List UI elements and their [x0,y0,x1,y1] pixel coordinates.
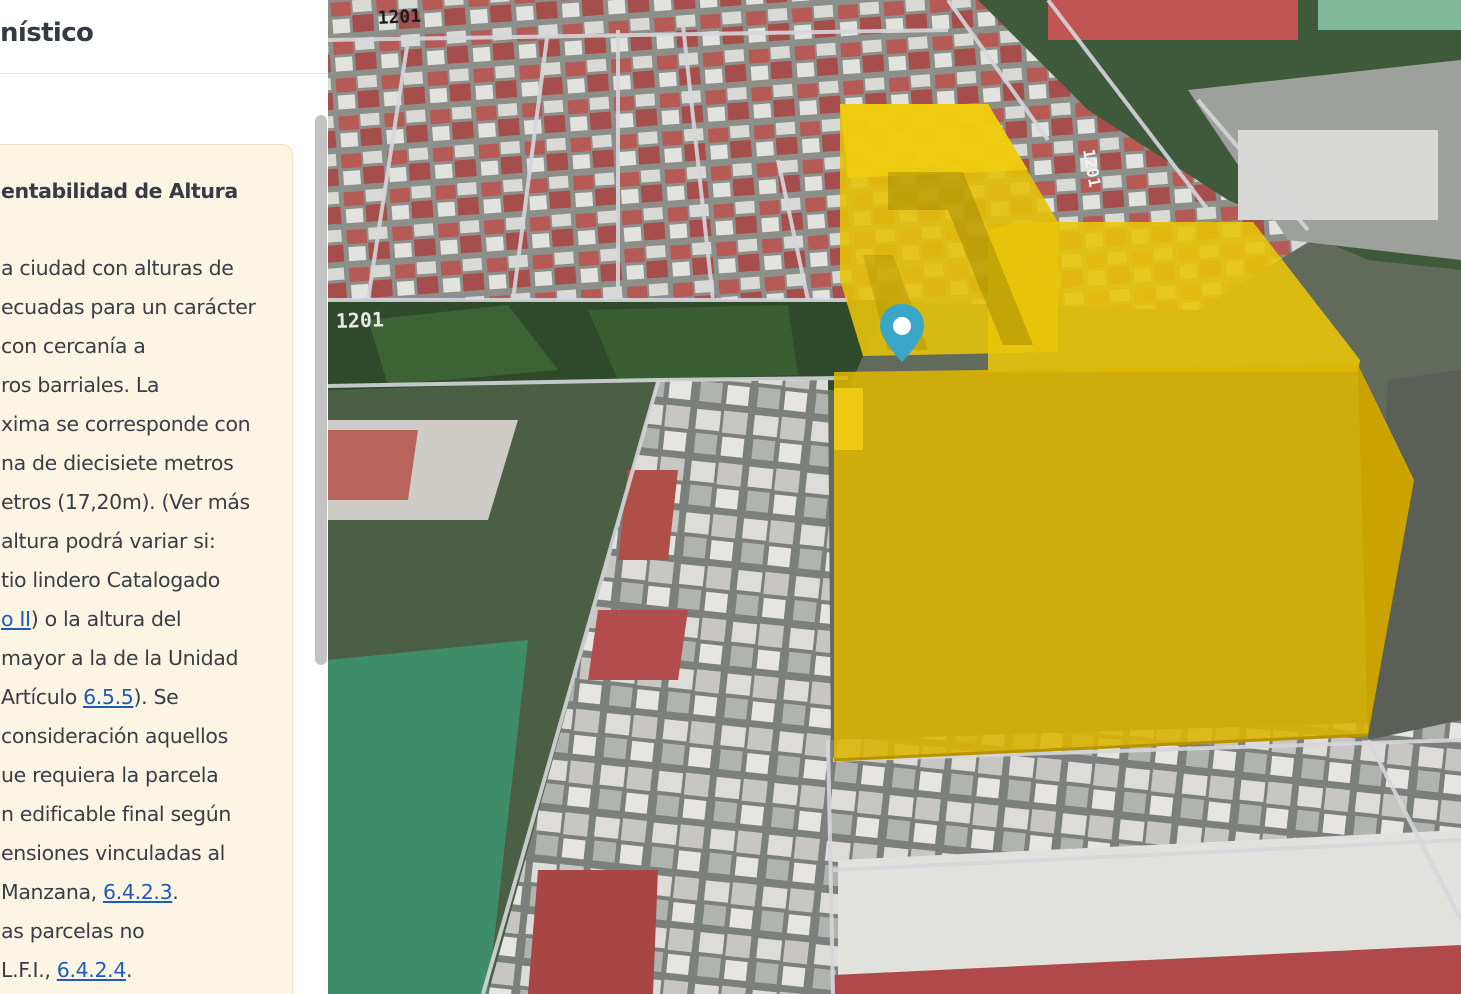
article-link[interactable]: 6.4.2.3 [103,880,173,904]
panel-header: nístico [0,0,328,74]
card-text: L.F.I., [1,958,57,982]
card-text-line: L.F.I., 6.4.2.4. [1,951,256,990]
card-text: ). Se [133,685,179,709]
card-text-line: Manzana, 6.4.2.3. [1,873,256,912]
card-text-line: ros barriales. La [1,366,256,405]
panel-scrollbar[interactable] [315,115,327,665]
street-label-middle: 1201 [335,307,384,333]
map-canvas[interactable]: 1201 1201 1201 [328,0,1461,994]
card-text: . [126,958,133,982]
card-text: Artículo [1,685,84,709]
card-text-line: na de diecisiete metros [1,444,256,483]
card-text: ) o la altura del [30,607,182,631]
card-text: consideración aquellos [1,724,228,748]
card-text: mayor a la de la Unidad [1,646,239,670]
panel-title: nístico [0,18,94,48]
card-text-line: ensiones vinculadas al [1,834,256,873]
card-text: xima se corresponde con [1,412,251,436]
card-text-line: consideración aquellos [1,717,256,756]
card-body: a ciudad con alturas de ecuadas para un c… [1,249,256,990]
card-text-line: Artículo 6.5.5). Se [1,678,256,717]
article-link[interactable]: 6.5.5 [83,685,134,709]
card-text-line: n edificable final según [1,795,256,834]
card-text-line: tio lindero Catalogado [1,561,256,600]
card-text-line: ecuadas para un carácter [1,288,256,327]
card-text: ros barriales. La [1,373,160,397]
card-title: entabilidad de Altura [1,179,238,203]
card-text-line: con cercanía a [1,327,256,366]
card-text: tio lindero Catalogado [1,568,220,592]
card-text: ue requiera la parcela [1,763,219,787]
card-text-line: a ciudad con alturas de [1,249,256,288]
card-text: Manzana, [1,880,104,904]
info-panel: nístico entabilidad de Altura a ciudad c… [0,0,328,994]
card-text-line: as parcelas no [1,912,256,951]
street-label-top: 1201 [377,6,421,29]
map-3d-view[interactable]: 1201 1201 1201 [328,0,1461,994]
card-text: as parcelas no [1,919,145,943]
card-text: altura podrá variar si: [1,529,216,553]
card-text-line: ue requiera la parcela [1,756,256,795]
article-link[interactable]: 6.4.2.4 [57,958,127,982]
card-text-line: altura podrá variar si: [1,522,256,561]
height-rule-card: entabilidad de Altura a ciudad con altur… [0,144,293,994]
card-text-line: o II) o la altura del [1,600,256,639]
card-text-line: mayor a la de la Unidad [1,639,256,678]
card-text: . [172,880,179,904]
card-text: etros (17,20m). (Ver más [1,490,250,514]
card-text: n edificable final según [1,802,231,826]
card-text: con cercanía a [1,334,146,358]
card-text: a ciudad con alturas de [1,256,234,280]
article-link[interactable]: o II [1,607,31,631]
card-text: ecuadas para un carácter [1,295,256,319]
card-text: ensiones vinculadas al [1,841,225,865]
card-text-line: xima se corresponde con [1,405,256,444]
card-text-line: etros (17,20m). (Ver más [1,483,256,522]
card-text: na de diecisiete metros [1,451,234,475]
